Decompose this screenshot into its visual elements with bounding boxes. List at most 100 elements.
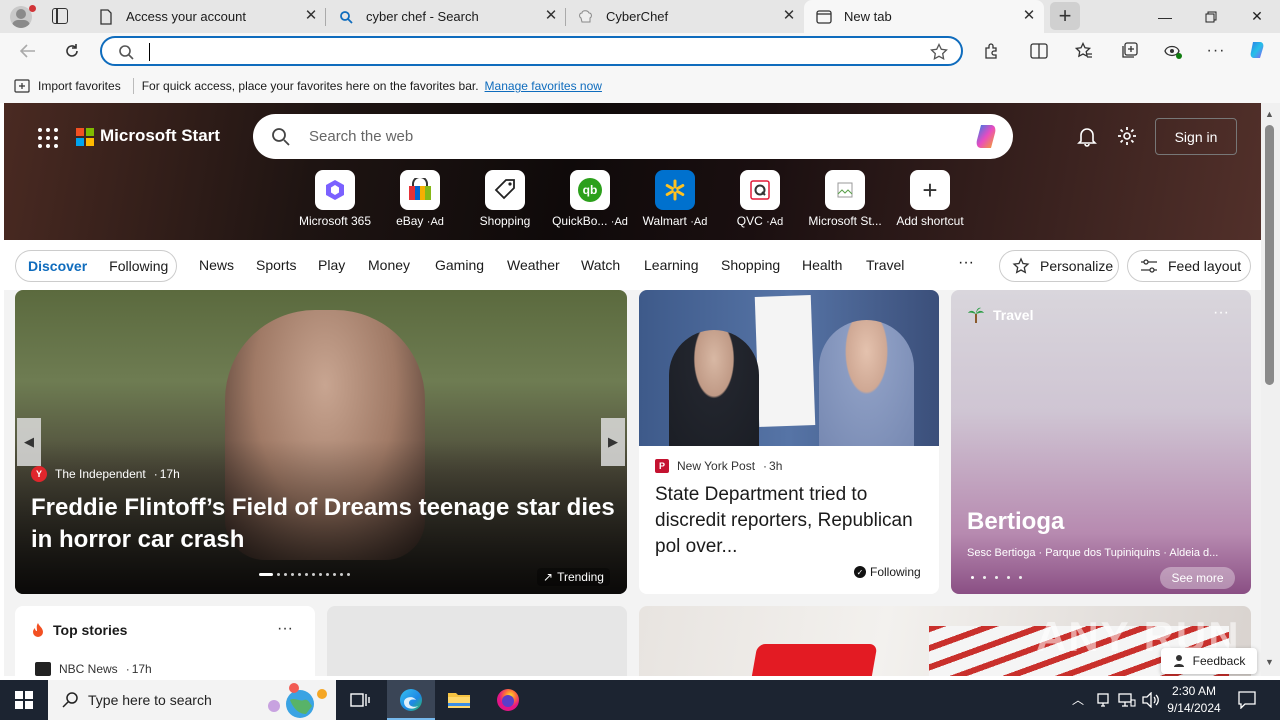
qvc-icon [740, 170, 780, 210]
close-icon[interactable]: ✕ [782, 8, 796, 23]
sliders-icon [1140, 258, 1158, 274]
nav-learning[interactable]: Learning [644, 257, 699, 273]
shortcut-qvc[interactable]: QVC ·Ad [717, 170, 803, 228]
tab-actions-icon[interactable] [52, 8, 68, 24]
feed-layout-button[interactable]: Feed layout [1127, 250, 1251, 282]
top-stories-more-icon[interactable]: ··· [277, 620, 293, 638]
microsoft-logo-icon[interactable] [76, 128, 94, 146]
copilot-icon[interactable] [1242, 37, 1272, 65]
story-headline[interactable]: State Department tried to discredit repo… [655, 482, 931, 560]
page-scrollbar[interactable]: ▲ ▼ [1261, 103, 1280, 676]
shortcut-add[interactable]: + Add shortcut [887, 170, 973, 228]
copilot-icon[interactable] [971, 122, 1001, 155]
new-york-post-logo-icon: P [655, 459, 669, 473]
following-indicator: ✓ Following [854, 565, 921, 579]
shortcut-microsoft-store[interactable]: Microsoft St... [802, 170, 888, 228]
scroll-up-arrow[interactable]: ▲ [1265, 109, 1274, 119]
edge-taskbar-button[interactable] [387, 680, 435, 720]
nav-health[interactable]: Health [802, 257, 842, 273]
new-tab-button[interactable]: + [1050, 2, 1080, 30]
nav-sports[interactable]: Sports [256, 257, 296, 273]
hero-headline[interactable]: Freddie Flintoff’s Field of Dreams teena… [31, 492, 621, 556]
favorite-star-icon[interactable] [930, 42, 948, 64]
tab-title: CyberChef [606, 9, 669, 24]
collections-icon[interactable] [1114, 37, 1144, 65]
flame-icon [31, 622, 45, 638]
nav-gaming[interactable]: Gaming [435, 257, 484, 273]
sign-in-button[interactable]: Sign in [1155, 118, 1237, 155]
close-window-button[interactable]: ✕ [1234, 0, 1280, 33]
shortcut-quickbooks[interactable]: qb QuickBo... ·Ad [547, 170, 633, 228]
volume-icon[interactable] [1142, 691, 1160, 711]
nbc-news-logo-icon [35, 662, 51, 676]
minimize-button[interactable]: — [1142, 0, 1188, 33]
travel-card[interactable]: Travel ··· Bertioga Sesc Bertioga · Parq… [951, 290, 1251, 594]
tab-new-tab[interactable]: New tab ✕ [804, 0, 1044, 33]
nav-shopping[interactable]: Shopping [721, 257, 780, 273]
document-prop [754, 295, 816, 427]
app-launcher-icon[interactable] [38, 128, 58, 148]
feedback-button[interactable]: Feedback [1161, 648, 1257, 674]
nav-watch[interactable]: Watch [581, 257, 620, 273]
hero-story-card[interactable]: ◀ ▶ Y The Independent · 17h Freddie Flin… [15, 290, 627, 594]
address-bar[interactable] [100, 36, 963, 66]
settings-gear-icon[interactable] [1116, 125, 1138, 150]
nav-play[interactable]: Play [318, 257, 345, 273]
scroll-thumb[interactable] [1265, 125, 1274, 385]
tab-access-account[interactable]: Access your account ✕ [86, 0, 326, 33]
more-options-icon[interactable]: ··· [1201, 37, 1231, 65]
show-hidden-icons-chevron[interactable]: ︿ [1072, 691, 1084, 708]
tab-cyber-chef-search[interactable]: cyber chef - Search ✕ [326, 0, 566, 33]
tab-discover[interactable]: Discover [28, 258, 87, 274]
svg-text:qb: qb [583, 183, 598, 197]
extensions-icon[interactable] [976, 37, 1006, 65]
nav-money[interactable]: Money [368, 257, 410, 273]
personalize-button[interactable]: Personalize [999, 250, 1119, 282]
notification-center-icon[interactable] [1238, 691, 1256, 712]
ad-badge: Ad [614, 216, 628, 228]
network-device-icon[interactable] [1095, 692, 1111, 711]
refresh-button[interactable] [57, 37, 87, 65]
address-input[interactable] [146, 42, 906, 62]
tab-following[interactable]: Following [109, 258, 168, 274]
close-icon[interactable]: ✕ [1022, 8, 1036, 23]
restore-button[interactable] [1188, 0, 1234, 33]
close-icon[interactable]: ✕ [304, 8, 318, 23]
shortcut-microsoft-365[interactable]: Microsoft 365 [292, 170, 378, 228]
task-view-icon[interactable] [350, 691, 370, 712]
nav-weather[interactable]: Weather [507, 257, 560, 273]
see-more-button[interactable]: See more [1160, 567, 1235, 589]
import-favorites-button[interactable]: Import favorites [38, 79, 121, 93]
windows-start-icon[interactable] [15, 691, 33, 709]
carousel-next-button[interactable]: ▶ [601, 418, 625, 466]
story-card-state-department[interactable]: P New York Post · 3h State Department tr… [639, 290, 939, 594]
feed-layout-label: Feed layout [1168, 258, 1242, 274]
brand-title[interactable]: Microsoft Start [100, 126, 220, 146]
manage-favorites-link[interactable]: Manage favorites now [485, 79, 602, 93]
nav-travel[interactable]: Travel [866, 257, 904, 273]
feedback-label: Feedback [1192, 654, 1246, 668]
back-button[interactable] [13, 37, 43, 65]
split-screen-icon[interactable] [1024, 37, 1054, 65]
firefox-icon[interactable] [496, 688, 520, 715]
travel-more-options-icon[interactable]: ··· [1213, 304, 1229, 322]
web-search-box[interactable]: Search the web [253, 114, 1013, 159]
notifications-bell-icon[interactable] [1076, 125, 1098, 150]
tab-cyberchef[interactable]: CyberChef ✕ [566, 0, 804, 33]
scroll-down-arrow[interactable]: ▼ [1265, 657, 1274, 667]
taskbar-search-box[interactable]: Type here to search [48, 680, 336, 720]
shortcut-walmart[interactable]: Walmart ·Ad [632, 170, 718, 228]
carousel-prev-button[interactable]: ◀ [17, 418, 41, 466]
browser-essentials-icon[interactable] [1158, 37, 1188, 65]
nav-news[interactable]: News [199, 257, 234, 273]
favorites-icon[interactable] [1069, 37, 1099, 65]
wired-network-icon[interactable] [1118, 692, 1136, 711]
file-explorer-icon[interactable] [447, 690, 471, 713]
close-icon[interactable]: ✕ [544, 8, 558, 23]
windows-taskbar: Type here to search ︿ 2:30 AM 9/14/2024 [0, 680, 1280, 720]
shortcut-shopping[interactable]: Shopping [462, 170, 548, 228]
shortcut-ebay[interactable]: eBay ·Ad [377, 170, 463, 228]
taskbar-clock[interactable]: 2:30 AM 9/14/2024 [1164, 683, 1224, 717]
shortcut-label: Add shortcut [896, 214, 964, 228]
nav-more-button[interactable]: ··· [958, 254, 974, 272]
